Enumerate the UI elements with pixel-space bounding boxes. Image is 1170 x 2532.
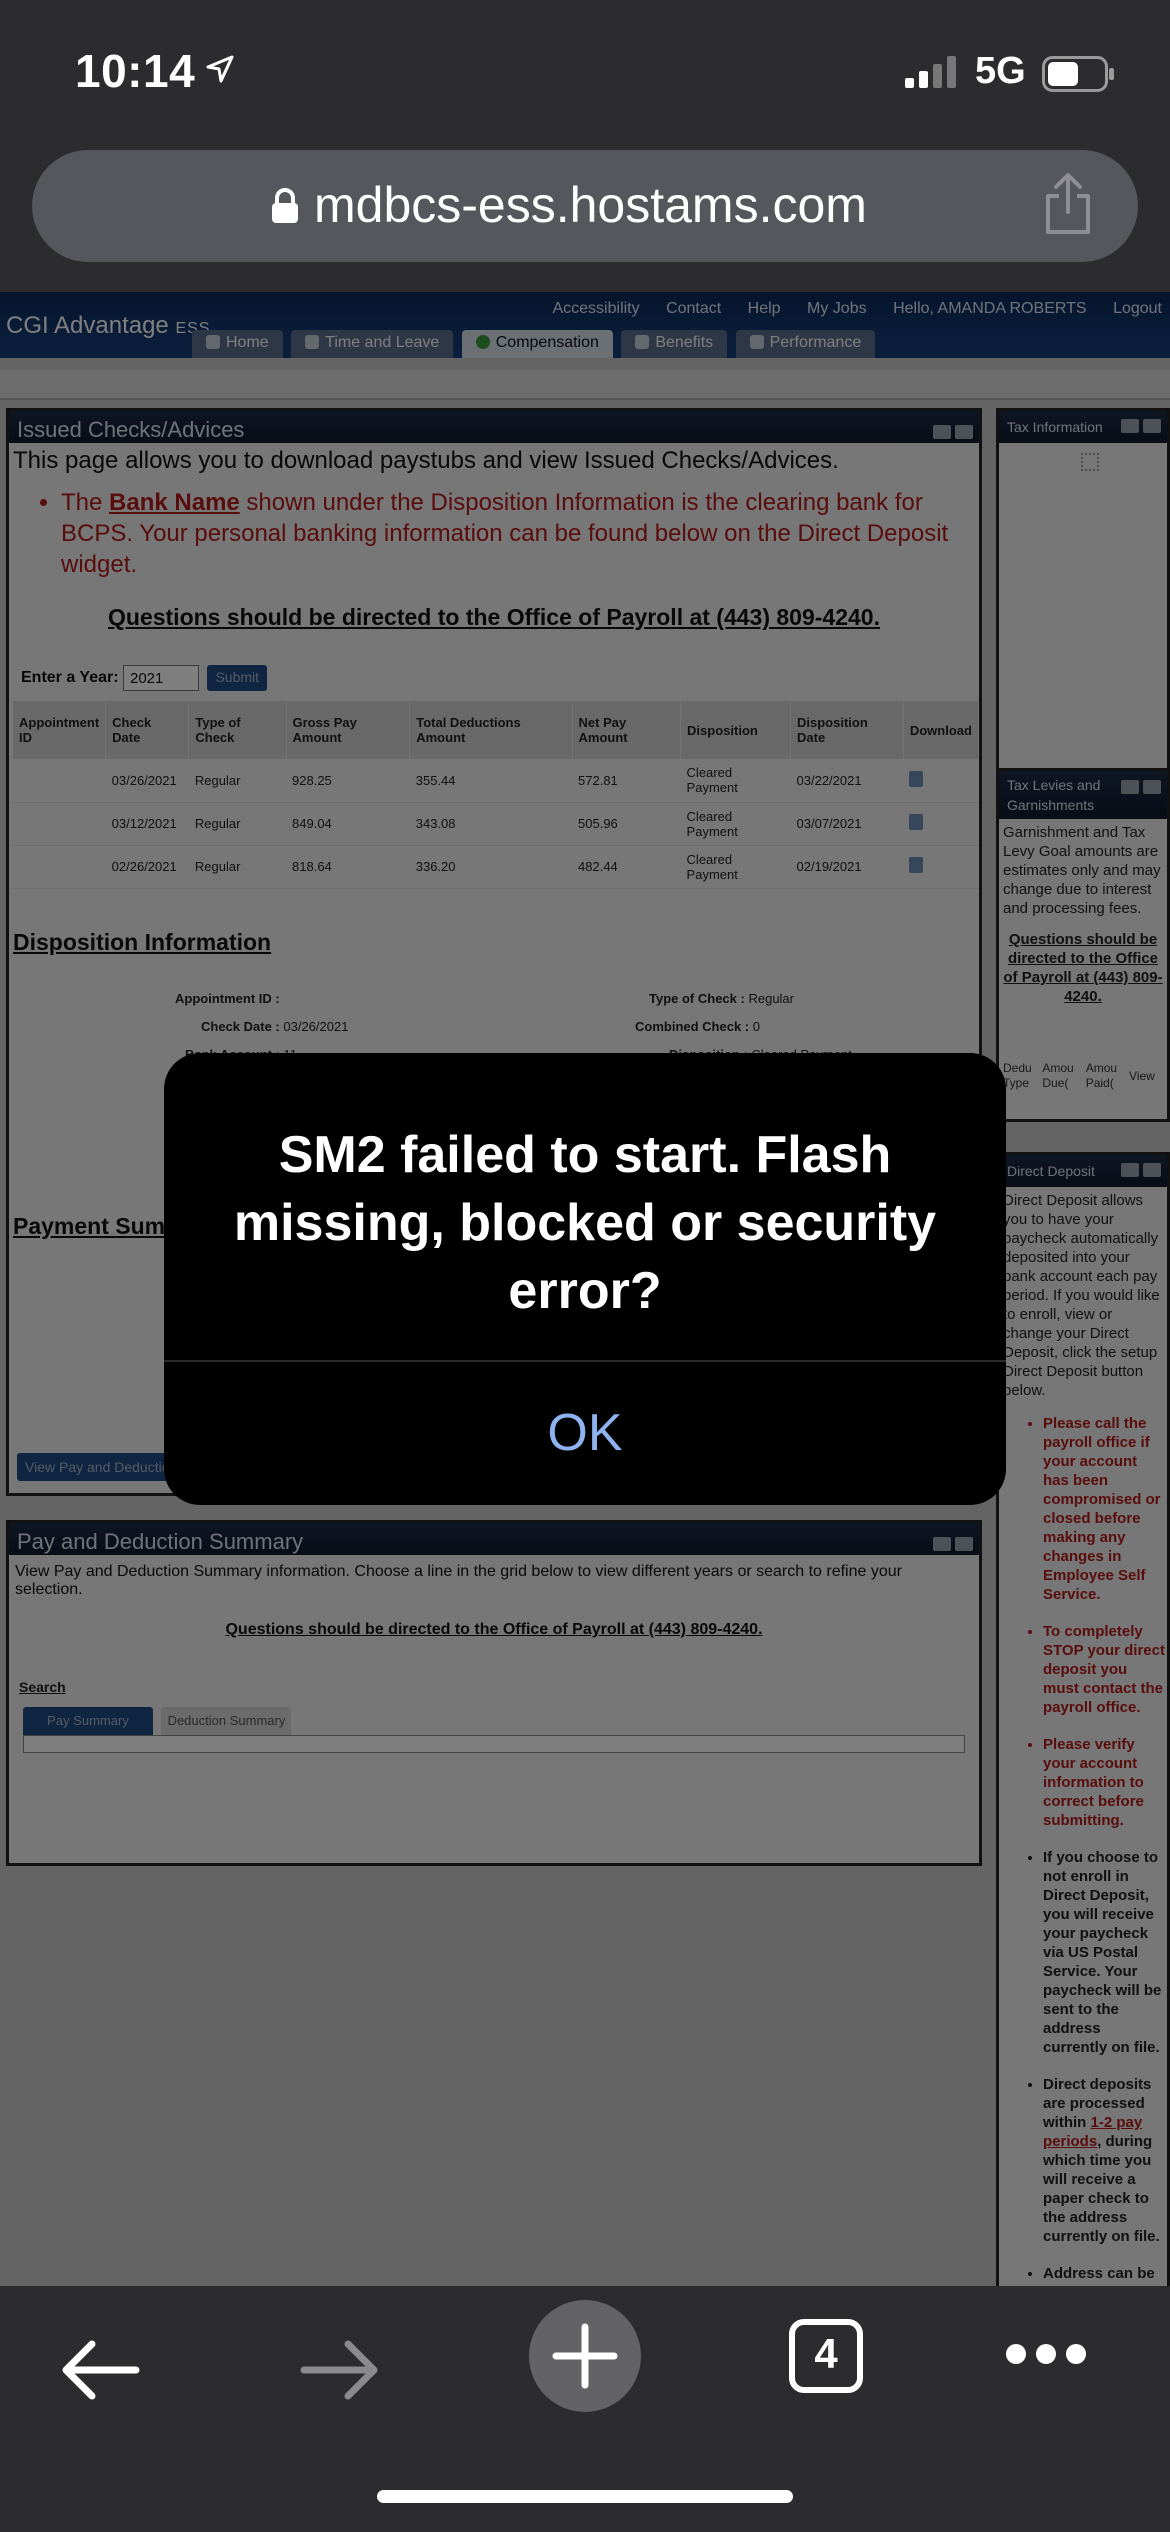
share-icon[interactable] [1042,172,1094,236]
alert-message: SM2 failed to start. Flash missing, bloc… [233,1126,937,1320]
status-bar: 10:14 5G [0,0,1170,145]
home-indicator[interactable] [377,2490,793,2503]
clock: 10:14 [75,45,196,97]
battery-icon [1042,56,1114,92]
tab-count: 4 [814,2330,838,2377]
new-tab-plus-icon[interactable] [528,2299,642,2413]
screen: 10:14 5G mdbcs-ess.hostams.com CGI Advan… [0,0,1170,2532]
location-arrow-icon [206,55,234,83]
back-arrow-icon[interactable] [60,2338,140,2402]
lock-icon [272,188,298,223]
ok-button[interactable]: OK [164,1362,1006,1505]
cellular-signal-icon [905,56,956,88]
network-type: 5G [975,50,1026,92]
forward-arrow-icon[interactable] [300,2338,380,2402]
address-bar[interactable]: mdbcs-ess.hostams.com [32,150,1138,262]
alert-dialog: SM2 failed to start. Flash missing, bloc… [164,1053,1006,1505]
more-menu-icon[interactable] [1004,2342,1088,2366]
url-text: mdbcs-ess.hostams.com [314,177,867,233]
